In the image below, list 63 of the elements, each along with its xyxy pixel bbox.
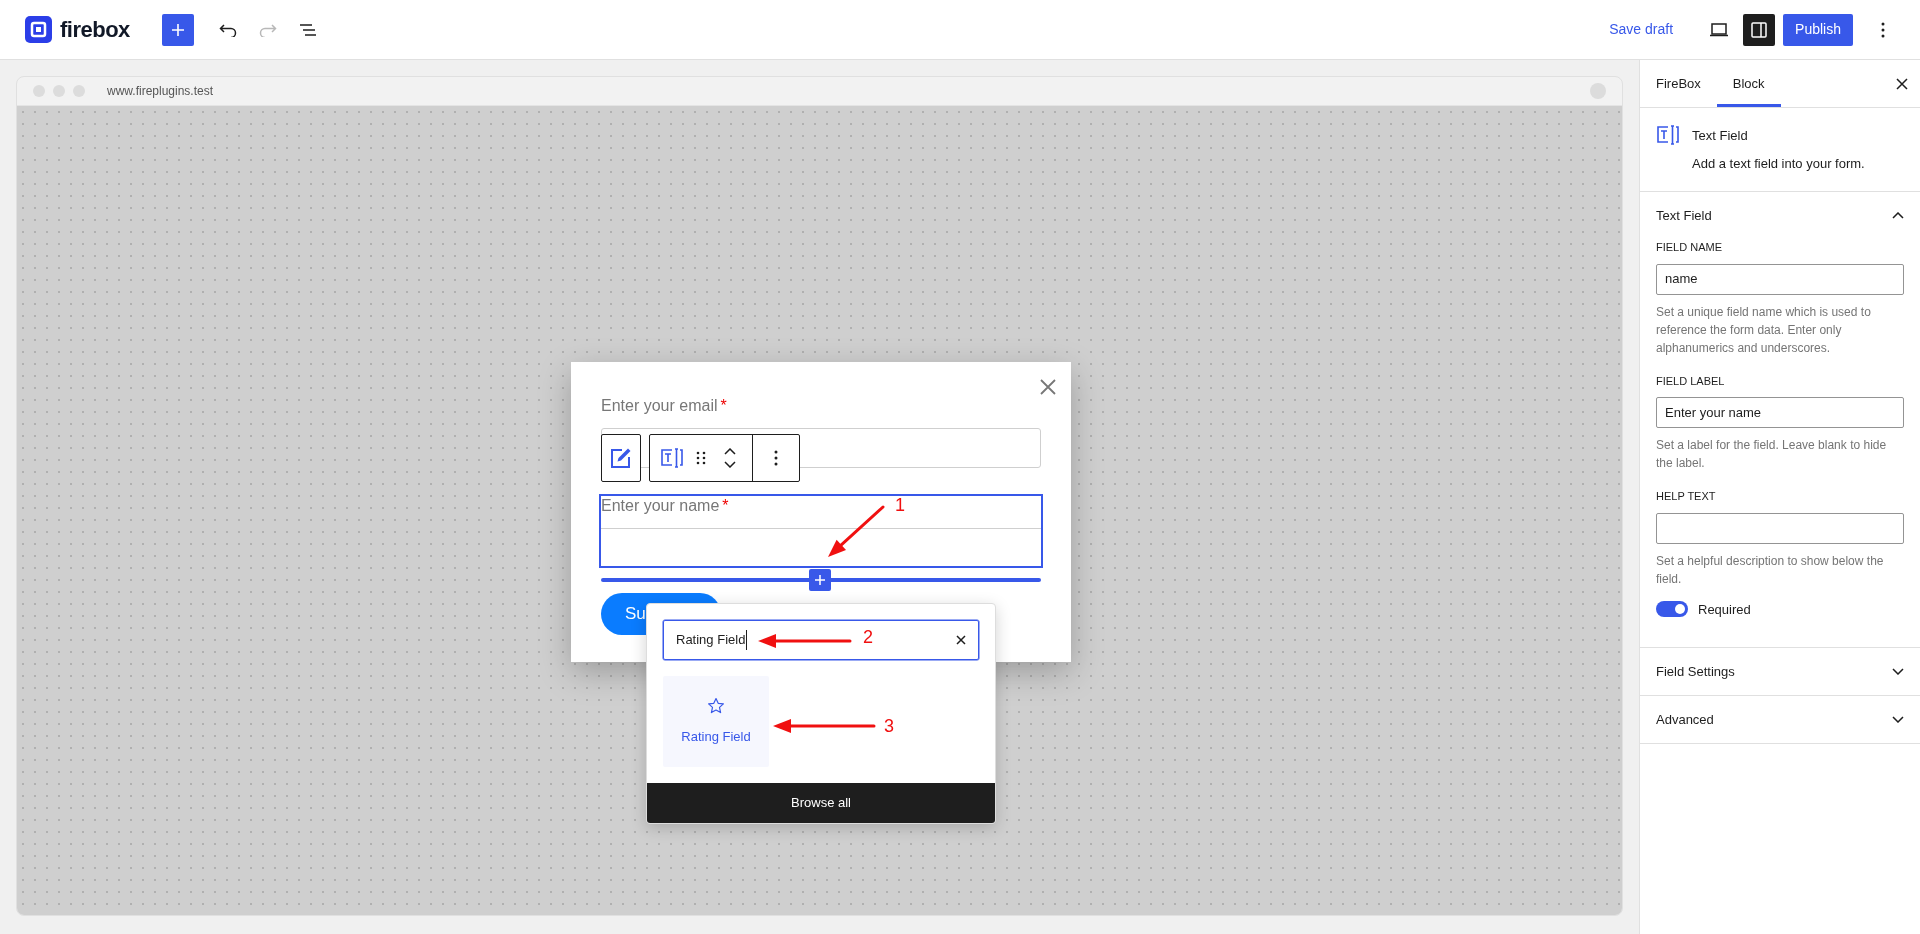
chevron-down-icon [724,461,736,468]
panel-header[interactable]: Text Field [1640,192,1920,239]
text-field-icon [660,447,684,469]
more-vertical-icon [1881,21,1885,38]
setting-label: FIELD NAME [1656,240,1723,255]
clear-search-button[interactable] [956,635,966,645]
browse-all-button[interactable]: Browse all [647,783,995,823]
text-input[interactable]: name [1656,263,1904,295]
list-view-icon [298,22,317,37]
logo-text: firebox [60,16,130,44]
toggle-label: Required [1698,600,1751,619]
plus-icon [814,574,826,586]
close-icon [1040,379,1056,395]
block-title: Text Field [1692,127,1749,145]
logo-icon [25,16,52,43]
edit-icon [610,447,632,469]
annotation-number: 3 [884,716,894,736]
close-icon [956,635,966,645]
sidebar-tab[interactable]: FireBox [1640,60,1717,107]
help-text: Set a helpful description to show below the field. [1656,552,1885,588]
star-icon [707,696,725,715]
chevron-down-icon [1892,716,1904,723]
save-draft-button[interactable]: Save draft [1601,13,1682,46]
drag-icon [696,451,706,465]
laptop-icon [1709,22,1730,37]
block-result[interactable]: Rating Field [663,676,769,767]
move-down-button[interactable] [724,461,736,468]
annotation-arrow [828,505,885,557]
help-text: Set a label for the field. Leave blank to hide the label. [1656,437,1888,472]
required-mark: * [722,496,729,516]
plus-icon [169,21,186,38]
help-text: Set a unique field name which is used to reference the form data. Enter only alphanumerics and underscores. [1656,303,1872,357]
annotation-number: 2 [863,627,873,647]
block-description: Add a text field into your form. [1692,154,1865,173]
setting-label: HELP TEXT [1656,489,1717,504]
toggle-switch[interactable] [1656,601,1688,618]
sidebar-tab[interactable]: Block [1716,60,1781,107]
text-input[interactable]: Enter your name [1656,397,1904,428]
publish-button[interactable]: Publish [1783,13,1853,46]
move-up-button[interactable] [724,448,736,455]
panel-header[interactable]: Field Settings [1640,648,1920,695]
chevron-down-icon [1892,668,1904,675]
add-block-button[interactable] [161,13,194,46]
setting-label: FIELD LABEL [1656,373,1726,389]
text-input[interactable] [1656,512,1904,544]
insert-block-button[interactable] [809,569,831,591]
undo-arrow-icon [218,22,237,37]
chevron-up-icon [724,448,736,455]
more-vertical-icon [774,450,778,466]
edit-button[interactable] [601,434,641,482]
annotation-number: 1 [895,495,905,515]
chevron-up-icon [1892,212,1904,219]
redo-arrow-icon [258,22,277,37]
settings-toggle-button[interactable] [1743,13,1776,46]
panel-header[interactable]: Advanced [1640,696,1920,743]
field-label: Enter your name [601,496,720,516]
sidebar-panel-icon [1751,21,1768,38]
field-label: Enter your email [601,396,718,416]
close-icon [1896,77,1908,90]
url-text: www.fireplugins.test [107,83,214,100]
search-value: Rating Field [676,630,748,650]
text-field-icon [1656,124,1680,146]
required-mark: * [720,396,727,416]
